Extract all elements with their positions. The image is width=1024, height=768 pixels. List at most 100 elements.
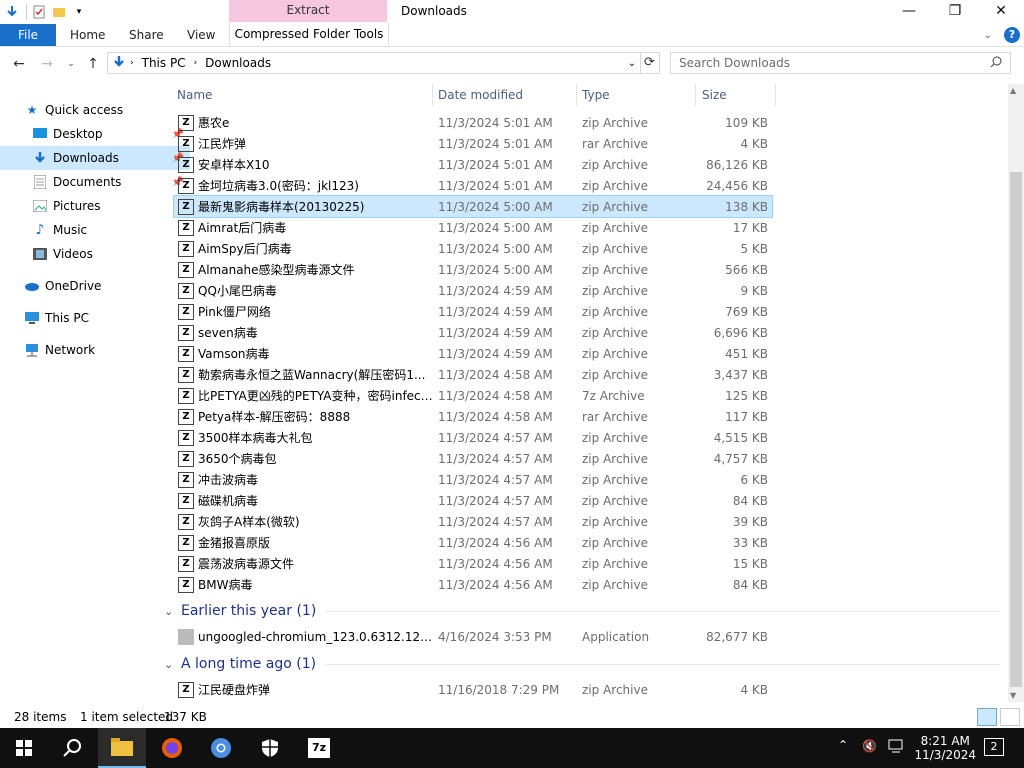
forward-button[interactable]: →	[38, 55, 56, 73]
file-row[interactable]: Z 冲击波病毒 11/3/2024 4:57 AM zip Archive 6 KB	[174, 469, 772, 490]
recent-locations-button[interactable]: ⌄	[62, 55, 80, 73]
tab-file[interactable]: File	[0, 24, 56, 46]
group-header[interactable]: ⌄ A long time ago (1)	[164, 653, 1000, 675]
column-divider[interactable]	[695, 84, 696, 106]
file-row[interactable]: Z 3500样本病毒大礼包 11/3/2024 4:57 AM zip Archive…	[174, 427, 772, 448]
details-view-icon[interactable]	[977, 708, 997, 726]
contextual-tab-extract[interactable]: Extract	[229, 0, 387, 22]
large-icons-view-icon[interactable]	[1000, 708, 1020, 726]
nav-this-pc[interactable]: This PC	[0, 306, 182, 330]
help-icon[interactable]: ?	[1004, 27, 1020, 43]
tab-home[interactable]: Home	[70, 24, 105, 46]
file-row[interactable]: Z Almanahe感染型病毒源文件 11/3/2024 5:00 AM zip Ar…	[174, 259, 772, 280]
file-size: 17 KB	[732, 220, 768, 235]
new-folder-icon[interactable]	[51, 4, 67, 20]
customize-qat-icon[interactable]: ▾	[71, 4, 87, 20]
firefox-icon[interactable]	[148, 728, 196, 768]
file-row[interactable]: Z AimSpy后门病毒 11/3/2024 5:00 AM zip Archive 5…	[174, 238, 772, 259]
column-header: Name Date modified Type Size	[172, 84, 777, 106]
file-row[interactable]: Z Petya样本-解压密码：8888 11/3/2024 4:58 AM rar A…	[174, 406, 772, 427]
file-row[interactable]: Z 金猪报喜原版 11/3/2024 4:56 AM zip Archive 33 KB	[174, 532, 772, 553]
column-date-modified[interactable]: Date modified	[438, 88, 523, 102]
volume-muted-icon[interactable]: 🔇	[862, 739, 877, 753]
expand-ribbon-icon[interactable]: ⌄	[984, 30, 992, 41]
nav-desktop[interactable]: Desktop 📌	[0, 122, 190, 146]
breadcrumb-separator-icon[interactable]: ›	[130, 58, 134, 68]
nav-quick-access[interactable]: ★ Quick access	[0, 98, 182, 122]
file-row[interactable]: Z Pink僵尸网络 11/3/2024 4:59 AM zip Archive 769…	[174, 301, 772, 322]
column-divider[interactable]	[775, 84, 776, 106]
file-row[interactable]: Z 江民硬盘炸弹 11/16/2018 7:29 PM zip Archive 4 KB	[174, 679, 772, 700]
maximize-button[interactable]: ❐	[932, 0, 978, 22]
file-date: 11/3/2024 5:01 AM	[438, 178, 553, 193]
minimize-button[interactable]: —	[886, 0, 932, 22]
file-row[interactable]: Z 江民炸弹 11/3/2024 5:01 AM rar Archive 4 KB	[174, 133, 772, 154]
group-header[interactable]: ⌄ Earlier this year (1)	[164, 600, 1000, 622]
download-arrow-icon[interactable]	[4, 4, 20, 20]
close-button[interactable]: ✕	[978, 0, 1024, 22]
file-date: 11/3/2024 4:58 AM	[438, 409, 553, 424]
archive-icon: Z	[178, 198, 194, 215]
refresh-button[interactable]: ⟳	[640, 52, 660, 74]
nav-onedrive[interactable]: OneDrive	[0, 274, 182, 298]
notifications-icon[interactable]: 2	[984, 738, 1004, 756]
column-type[interactable]: Type	[582, 88, 610, 102]
scroll-up-icon[interactable]: ▲	[1010, 86, 1016, 95]
file-row[interactable]: Z 最新鬼影病毒样本(20130225) 11/3/2024 5:00 AM zip …	[173, 195, 773, 218]
file-type: zip Archive	[582, 367, 648, 382]
chevron-down-icon[interactable]: ⌄	[164, 658, 178, 671]
file-row[interactable]: Z 金坷垃病毒3.0(密码：jkl123) 11/3/2024 5:01 AM zip…	[174, 175, 772, 196]
breadcrumb-this-pc[interactable]: This PC	[142, 56, 186, 70]
address-bar[interactable]: › This PC › Downloads ⌄	[107, 52, 641, 74]
back-button[interactable]: ←	[10, 55, 28, 73]
file-row[interactable]: Z Aimrat后门病毒 11/3/2024 5:00 AM zip Archive 1…	[174, 217, 772, 238]
nav-videos[interactable]: Videos	[0, 242, 190, 266]
system-clock[interactable]: 8:21 AM 11/3/2024	[914, 728, 976, 768]
file-row[interactable]: Z 勒索病毒永恒之蓝Wannacry(解压密码1... 11/3/2024 4:58…	[174, 364, 772, 385]
tab-compressed-folder-tools[interactable]: Compressed Folder Tools	[229, 22, 389, 46]
search-icon[interactable]	[48, 728, 96, 768]
column-divider[interactable]	[432, 84, 433, 106]
file-row[interactable]: Z BMW病毒 11/3/2024 4:56 AM zip Archive 84 KB	[174, 574, 772, 595]
network-status-icon[interactable]	[888, 739, 904, 756]
tab-view[interactable]: View	[187, 24, 215, 46]
start-icon[interactable]	[0, 728, 48, 768]
file-row[interactable]: ungoogled-chromium_123.0.6312.122-1.... 4…	[174, 626, 772, 647]
file-row[interactable]: Zseven病毒 11/3/2024 4:59 AM zip Archive 6,69…	[174, 322, 772, 343]
file-row[interactable]: Z 磁碟机病毒 11/3/2024 4:57 AM zip Archive 84 KB	[174, 490, 772, 511]
search-input[interactable]: Search Downloads	[670, 52, 1011, 74]
file-explorer-icon[interactable]	[98, 728, 146, 768]
file-row[interactable]: Z 惠农e 11/3/2024 5:01 AM zip Archive 109 KB	[174, 112, 772, 133]
scrollbar-thumb[interactable]	[1010, 172, 1022, 687]
nav-downloads[interactable]: Downloads 📌	[0, 146, 190, 170]
nav-documents[interactable]: Documents 📌	[0, 170, 190, 194]
file-row[interactable]: Z Vamson病毒 11/3/2024 4:59 AM zip Archive 451…	[174, 343, 772, 364]
nav-pictures[interactable]: Pictures 📌	[0, 194, 190, 218]
file-row[interactable]: Z 灰鸽子A样本(微软) 11/3/2024 4:57 AM zip Archive 3…	[174, 511, 772, 532]
security-icon[interactable]	[246, 728, 294, 768]
column-divider[interactable]	[576, 84, 577, 106]
file-row[interactable]: Z 震荡波病毒源文件 11/3/2024 4:56 AM zip Archive 15 …	[174, 553, 772, 574]
chromium-icon[interactable]	[197, 728, 245, 768]
up-button[interactable]: ↑	[84, 55, 102, 73]
file-row[interactable]: Z 比PETYA更凶残的PETYA变种，密码infect... 11/3/2024 …	[174, 385, 772, 406]
file-row[interactable]: Z 安卓样本X10 11/3/2024 5:01 AM zip Archive 86,1…	[174, 154, 772, 175]
breadcrumb-separator-icon[interactable]: ›	[194, 58, 198, 68]
chevron-up-icon[interactable]: ⌃	[838, 738, 848, 752]
scroll-down-icon[interactable]: ▼	[1010, 691, 1016, 700]
nav-network[interactable]: Network	[0, 338, 182, 362]
file-row[interactable]: Z QQ小尾巴病毒 11/3/2024 4:59 AM zip Archive 9 KB	[174, 280, 772, 301]
breadcrumb-downloads[interactable]: Downloads	[205, 56, 271, 70]
column-name[interactable]: Name	[177, 88, 212, 102]
chevron-down-icon[interactable]: ⌄	[164, 605, 178, 618]
file-row[interactable]: Z 3650个病毒包 11/3/2024 4:57 AM zip Archive 4,7…	[174, 448, 772, 469]
properties-icon[interactable]	[31, 4, 47, 20]
column-size[interactable]: Size	[702, 88, 727, 102]
nav-music[interactable]: ♪ Music	[0, 218, 190, 242]
address-dropdown-icon[interactable]: ⌄	[628, 58, 636, 69]
file-date: 11/3/2024 4:59 AM	[438, 304, 553, 319]
nav-label: Documents	[53, 175, 122, 189]
file-date: 11/3/2024 4:59 AM	[438, 346, 553, 361]
7zip-icon[interactable]: 7z	[295, 728, 343, 768]
tab-share[interactable]: Share	[129, 24, 164, 46]
